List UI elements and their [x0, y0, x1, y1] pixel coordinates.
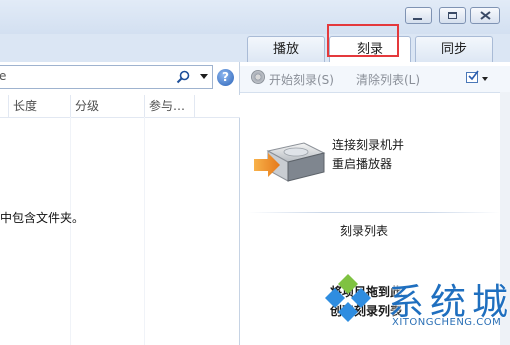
search-input[interactable]: e — [0, 65, 213, 89]
list-options-button[interactable] — [466, 70, 490, 86]
burner-status-line2: 重启播放器 — [332, 157, 393, 171]
burner-status-line1: 连接刻录机并 — [332, 138, 405, 152]
divider — [248, 212, 500, 213]
start-burn-button[interactable]: 开始刻录(S) — [269, 71, 334, 88]
column-divider — [70, 117, 71, 345]
clear-list-button[interactable]: 清除列表(L) — [356, 71, 420, 88]
maximize-icon — [448, 12, 457, 19]
watermark-subtext: XITONGCHENG.COM — [392, 317, 502, 328]
column-extra[interactable] — [194, 95, 240, 117]
close-icon — [480, 11, 491, 20]
search-icon[interactable] — [176, 70, 190, 84]
highlight-box — [327, 24, 399, 57]
burn-list-title: 刻录列表 — [340, 224, 389, 238]
watermark-logo-icon — [325, 274, 371, 322]
burner-status-text: 连接刻录机并 重启播放器 — [332, 136, 404, 174]
search-dropdown-icon[interactable] — [200, 74, 208, 79]
minimize-button[interactable] — [405, 7, 432, 24]
column-divider — [144, 117, 145, 345]
disc-burner-icon — [254, 142, 326, 182]
maximize-button[interactable] — [439, 7, 466, 24]
minimize-icon — [413, 18, 422, 20]
help-icon[interactable]: ? — [217, 69, 234, 86]
empty-library-message: 中包含文件夹。 — [0, 211, 85, 225]
checkbox-options-icon — [466, 70, 479, 83]
column-contributor[interactable]: 参与… — [144, 95, 194, 117]
tab-sync[interactable]: 同步 — [415, 36, 493, 62]
title-bar — [0, 0, 510, 34]
burn-disc-icon — [251, 70, 265, 84]
tab-play[interactable]: 播放 — [247, 36, 325, 62]
column-rating[interactable]: 分级 — [70, 95, 144, 117]
close-button[interactable] — [470, 7, 500, 24]
search-text-fragment: e — [0, 69, 7, 83]
column-length[interactable]: 长度 — [8, 95, 68, 117]
chevron-down-icon — [482, 77, 488, 81]
